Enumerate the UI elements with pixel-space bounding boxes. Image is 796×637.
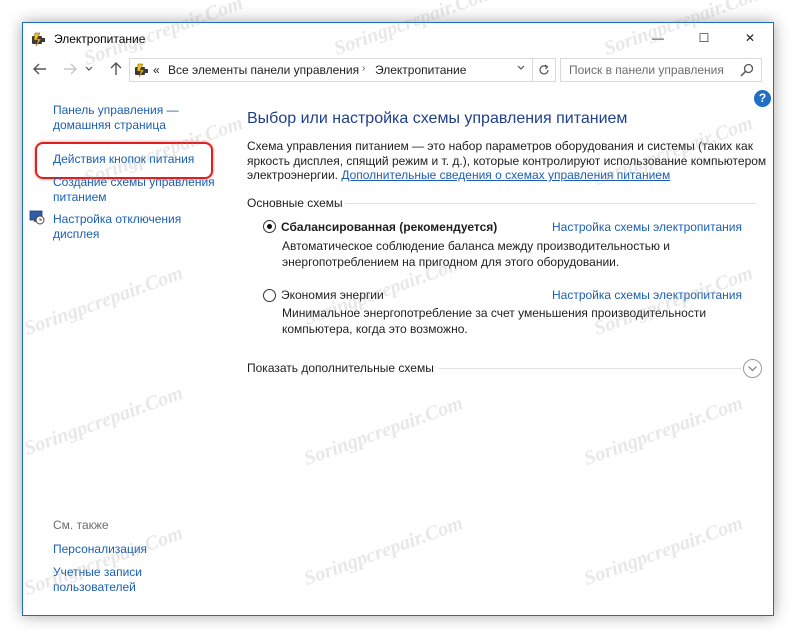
create-plan-line1[interactable]: Создание схемы управления bbox=[53, 175, 215, 190]
help-icon[interactable]: ? bbox=[754, 90, 771, 107]
control-panel-home-link[interactable]: Панель управления — домашняя страница bbox=[53, 103, 179, 133]
sidebar-item-display-off[interactable]: Настройка отключения дисплея bbox=[53, 212, 181, 242]
control-panel-window: Электропитание — ☐ ✕ « Все элементы пане… bbox=[22, 22, 774, 616]
plan-balanced-settings-link[interactable]: Настройка схемы электропитания bbox=[552, 220, 742, 234]
see-also-heading: См. также bbox=[53, 518, 109, 532]
plan-balanced-radio[interactable] bbox=[263, 220, 276, 233]
expand-additional-plans-button[interactable] bbox=[743, 359, 762, 378]
search-placeholder[interactable]: Поиск в панели управления bbox=[569, 63, 724, 77]
maximize-button[interactable]: ☐ bbox=[681, 23, 727, 53]
title-bar[interactable]: Электропитание — ☐ ✕ bbox=[23, 23, 773, 53]
chevron-down-icon bbox=[748, 366, 757, 372]
address-bar[interactable]: « Все элементы панели управления › Элект… bbox=[129, 58, 556, 82]
address-overflow[interactable]: « bbox=[153, 63, 160, 77]
radio-selected-dot bbox=[267, 224, 272, 229]
show-more-divider bbox=[439, 368, 741, 369]
section-divider bbox=[345, 203, 757, 204]
window-title: Электропитание bbox=[54, 32, 146, 46]
arrow-right-icon bbox=[64, 63, 77, 75]
breadcrumb-all-items[interactable]: Все элементы панели управления bbox=[168, 63, 359, 77]
breadcrumb-separator[interactable]: › bbox=[362, 63, 365, 74]
control-panel-icon bbox=[135, 63, 148, 78]
home-link-line2[interactable]: домашняя страница bbox=[53, 118, 179, 133]
address-dropdown-button[interactable] bbox=[512, 62, 530, 78]
power-options-icon bbox=[32, 32, 45, 47]
plan-power-saver-name[interactable]: Экономия энергии bbox=[281, 288, 384, 302]
search-input[interactable]: Поиск в панели управления bbox=[560, 58, 762, 82]
page-description: Схема управления питанием — это набор па… bbox=[247, 139, 767, 183]
chevron-down-icon bbox=[85, 66, 93, 71]
forward-button[interactable] bbox=[61, 59, 79, 79]
plan-power-saver-settings-link[interactable]: Настройка схемы электропитания bbox=[552, 288, 742, 302]
arrow-up-icon bbox=[110, 62, 122, 75]
show-additional-plans-label[interactable]: Показать дополнительные схемы bbox=[247, 361, 434, 375]
create-plan-line2[interactable]: питанием bbox=[53, 190, 215, 205]
breadcrumb-power-options[interactable]: Электропитание bbox=[375, 63, 466, 77]
plan-power-saver-description: Минимальное энергопотребление за счет ум… bbox=[282, 306, 707, 336]
up-button[interactable] bbox=[107, 59, 125, 79]
section-heading: Основные схемы bbox=[247, 196, 343, 210]
user-accounts-line1[interactable]: Учетные записи bbox=[53, 565, 142, 580]
close-button[interactable]: ✕ bbox=[727, 23, 773, 53]
home-link-line1[interactable]: Панель управления — bbox=[53, 103, 179, 118]
navigation-bar: « Все элементы панели управления › Элект… bbox=[23, 53, 773, 85]
sidebar-item-power-buttons[interactable]: Действия кнопок питания bbox=[53, 152, 194, 167]
refresh-button[interactable] bbox=[532, 59, 555, 81]
back-button[interactable] bbox=[31, 59, 49, 79]
user-accounts-line2[interactable]: пользователей bbox=[53, 580, 142, 595]
learn-more-link[interactable]: Дополнительные сведения о схемах управле… bbox=[341, 168, 670, 182]
chevron-down-icon bbox=[517, 65, 525, 70]
search-icon[interactable] bbox=[739, 62, 755, 78]
display-clock-icon bbox=[29, 210, 45, 225]
plan-power-saver-radio[interactable] bbox=[263, 289, 276, 302]
arrow-left-icon bbox=[33, 63, 46, 75]
page-title: Выбор или настройка схемы управления пит… bbox=[247, 110, 628, 127]
sidebar-item-create-plan[interactable]: Создание схемы управления питанием bbox=[53, 175, 215, 205]
recent-locations-dropdown[interactable] bbox=[83, 59, 95, 79]
minimize-button[interactable]: — bbox=[635, 23, 681, 53]
display-off-line1[interactable]: Настройка отключения bbox=[53, 212, 181, 227]
user-accounts-link[interactable]: Учетные записи пользователей bbox=[53, 565, 142, 595]
refresh-icon bbox=[539, 64, 549, 75]
display-off-line2[interactable]: дисплея bbox=[53, 227, 181, 242]
plan-balanced-description: Автоматическое соблюдение баланса между … bbox=[282, 239, 671, 269]
personalization-link[interactable]: Персонализация bbox=[53, 542, 147, 557]
plan-balanced-name[interactable]: Сбалансированная (рекомендуется) bbox=[281, 220, 497, 234]
